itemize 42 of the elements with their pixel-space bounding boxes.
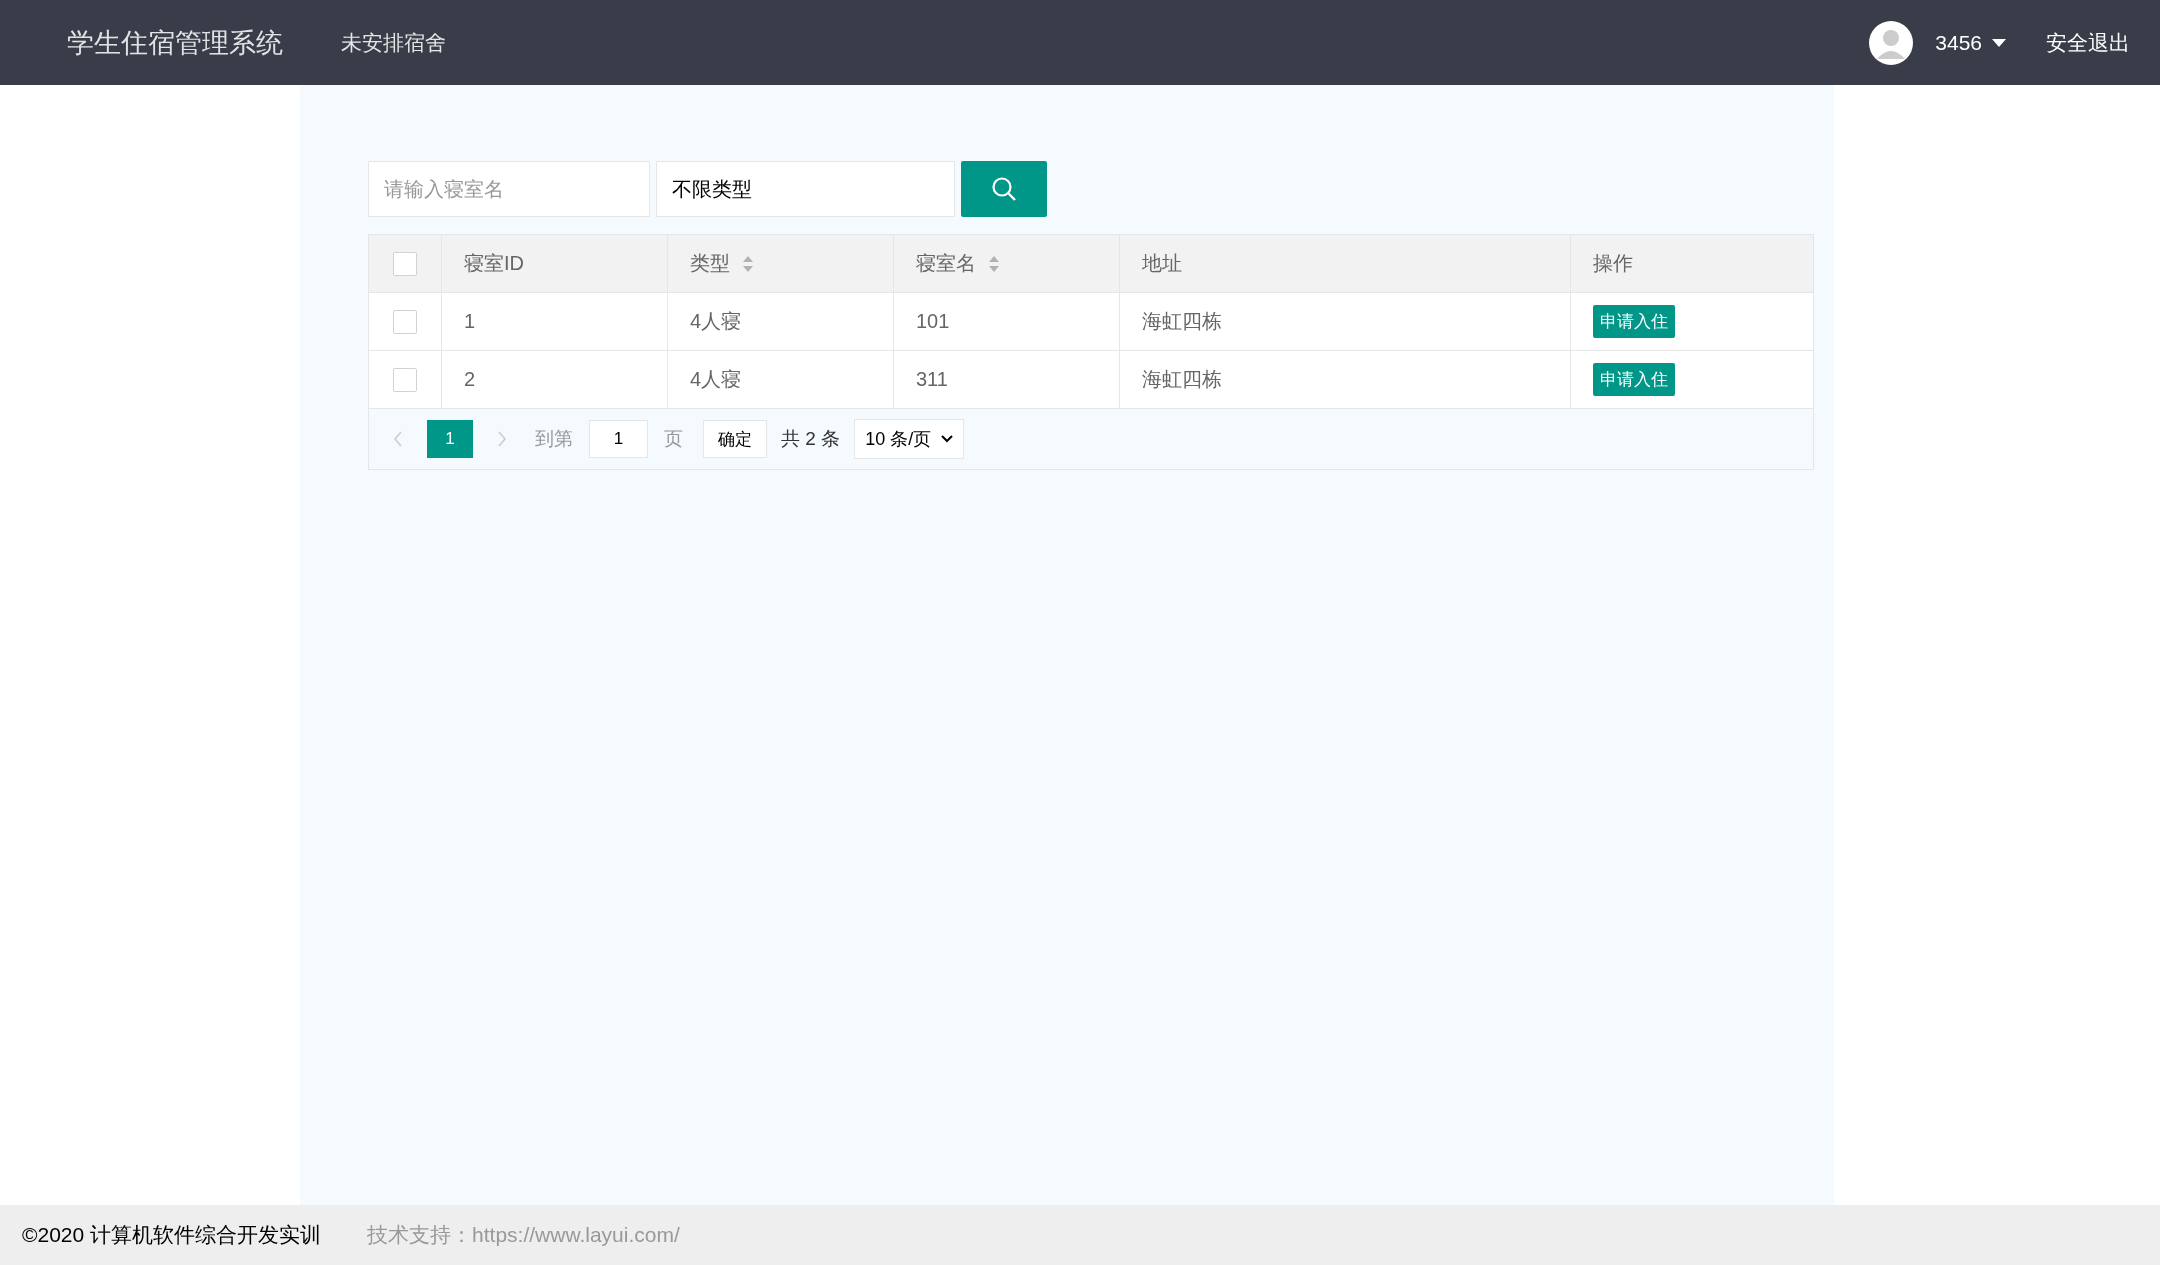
column-header: 操作 (1593, 251, 1633, 276)
sort-icon[interactable] (988, 254, 1000, 273)
support-text: 技术支持：https://www.layui.com/ (367, 1222, 680, 1248)
column-header[interactable]: 寝室名 (916, 250, 976, 277)
app-title: 学生住宿管理系统 (67, 26, 283, 60)
prev-page-icon[interactable] (393, 430, 403, 448)
logout-link[interactable]: 安全退出 (2046, 28, 2130, 57)
column-header: 地址 (1142, 251, 1182, 276)
table-cell: 101 (916, 310, 950, 333)
total-count: 共 2 条 (781, 427, 841, 451)
column-header[interactable]: 类型 (690, 250, 730, 277)
page-size-select[interactable]: 10 条/页 (854, 419, 965, 459)
row-checkbox[interactable] (393, 309, 417, 334)
next-page-icon[interactable] (497, 430, 507, 448)
apply-button[interactable]: 申请入住 (1593, 363, 1675, 396)
page-suffix: 页 (664, 427, 683, 451)
page-number-field[interactable]: 1 (589, 420, 648, 458)
copyright-text: ©2020 计算机软件综合开发实训 (22, 1222, 322, 1248)
user-name[interactable]: 3456 (1935, 30, 1982, 55)
table-cell-text: 海虹四栋 (1142, 367, 1222, 392)
table-cell: 1 (464, 310, 476, 333)
avatar-icon[interactable] (1869, 20, 1914, 65)
search-button[interactable] (961, 161, 1047, 217)
page-button[interactable]: 1 (427, 420, 473, 458)
sort-icon[interactable] (742, 254, 754, 273)
confirm-button[interactable]: 确定 (703, 420, 767, 458)
table-cell-text: 4人寝 (690, 309, 742, 334)
search-icon (991, 176, 1017, 202)
column-header: 寝室ID (464, 251, 524, 276)
select-all-checkbox[interactable] (393, 251, 417, 276)
table-cell: 311 (916, 368, 948, 391)
row-checkbox[interactable] (393, 367, 417, 392)
nav-link[interactable]: 未安排宿舍 (341, 28, 446, 57)
apply-button[interactable]: 申请入住 (1593, 305, 1675, 338)
chevron-down-icon (941, 435, 954, 443)
table-cell: 2 (464, 368, 476, 391)
table-cell-text: 海虹四栋 (1142, 309, 1222, 334)
goto-label: 到第 (535, 427, 573, 451)
type-field[interactable]: 不限类型 (656, 161, 955, 217)
caret-icon[interactable] (1992, 38, 2006, 47)
table-cell-text: 4人寝 (690, 367, 742, 392)
room-name-field[interactable]: 请输入寝室名 (368, 161, 650, 217)
